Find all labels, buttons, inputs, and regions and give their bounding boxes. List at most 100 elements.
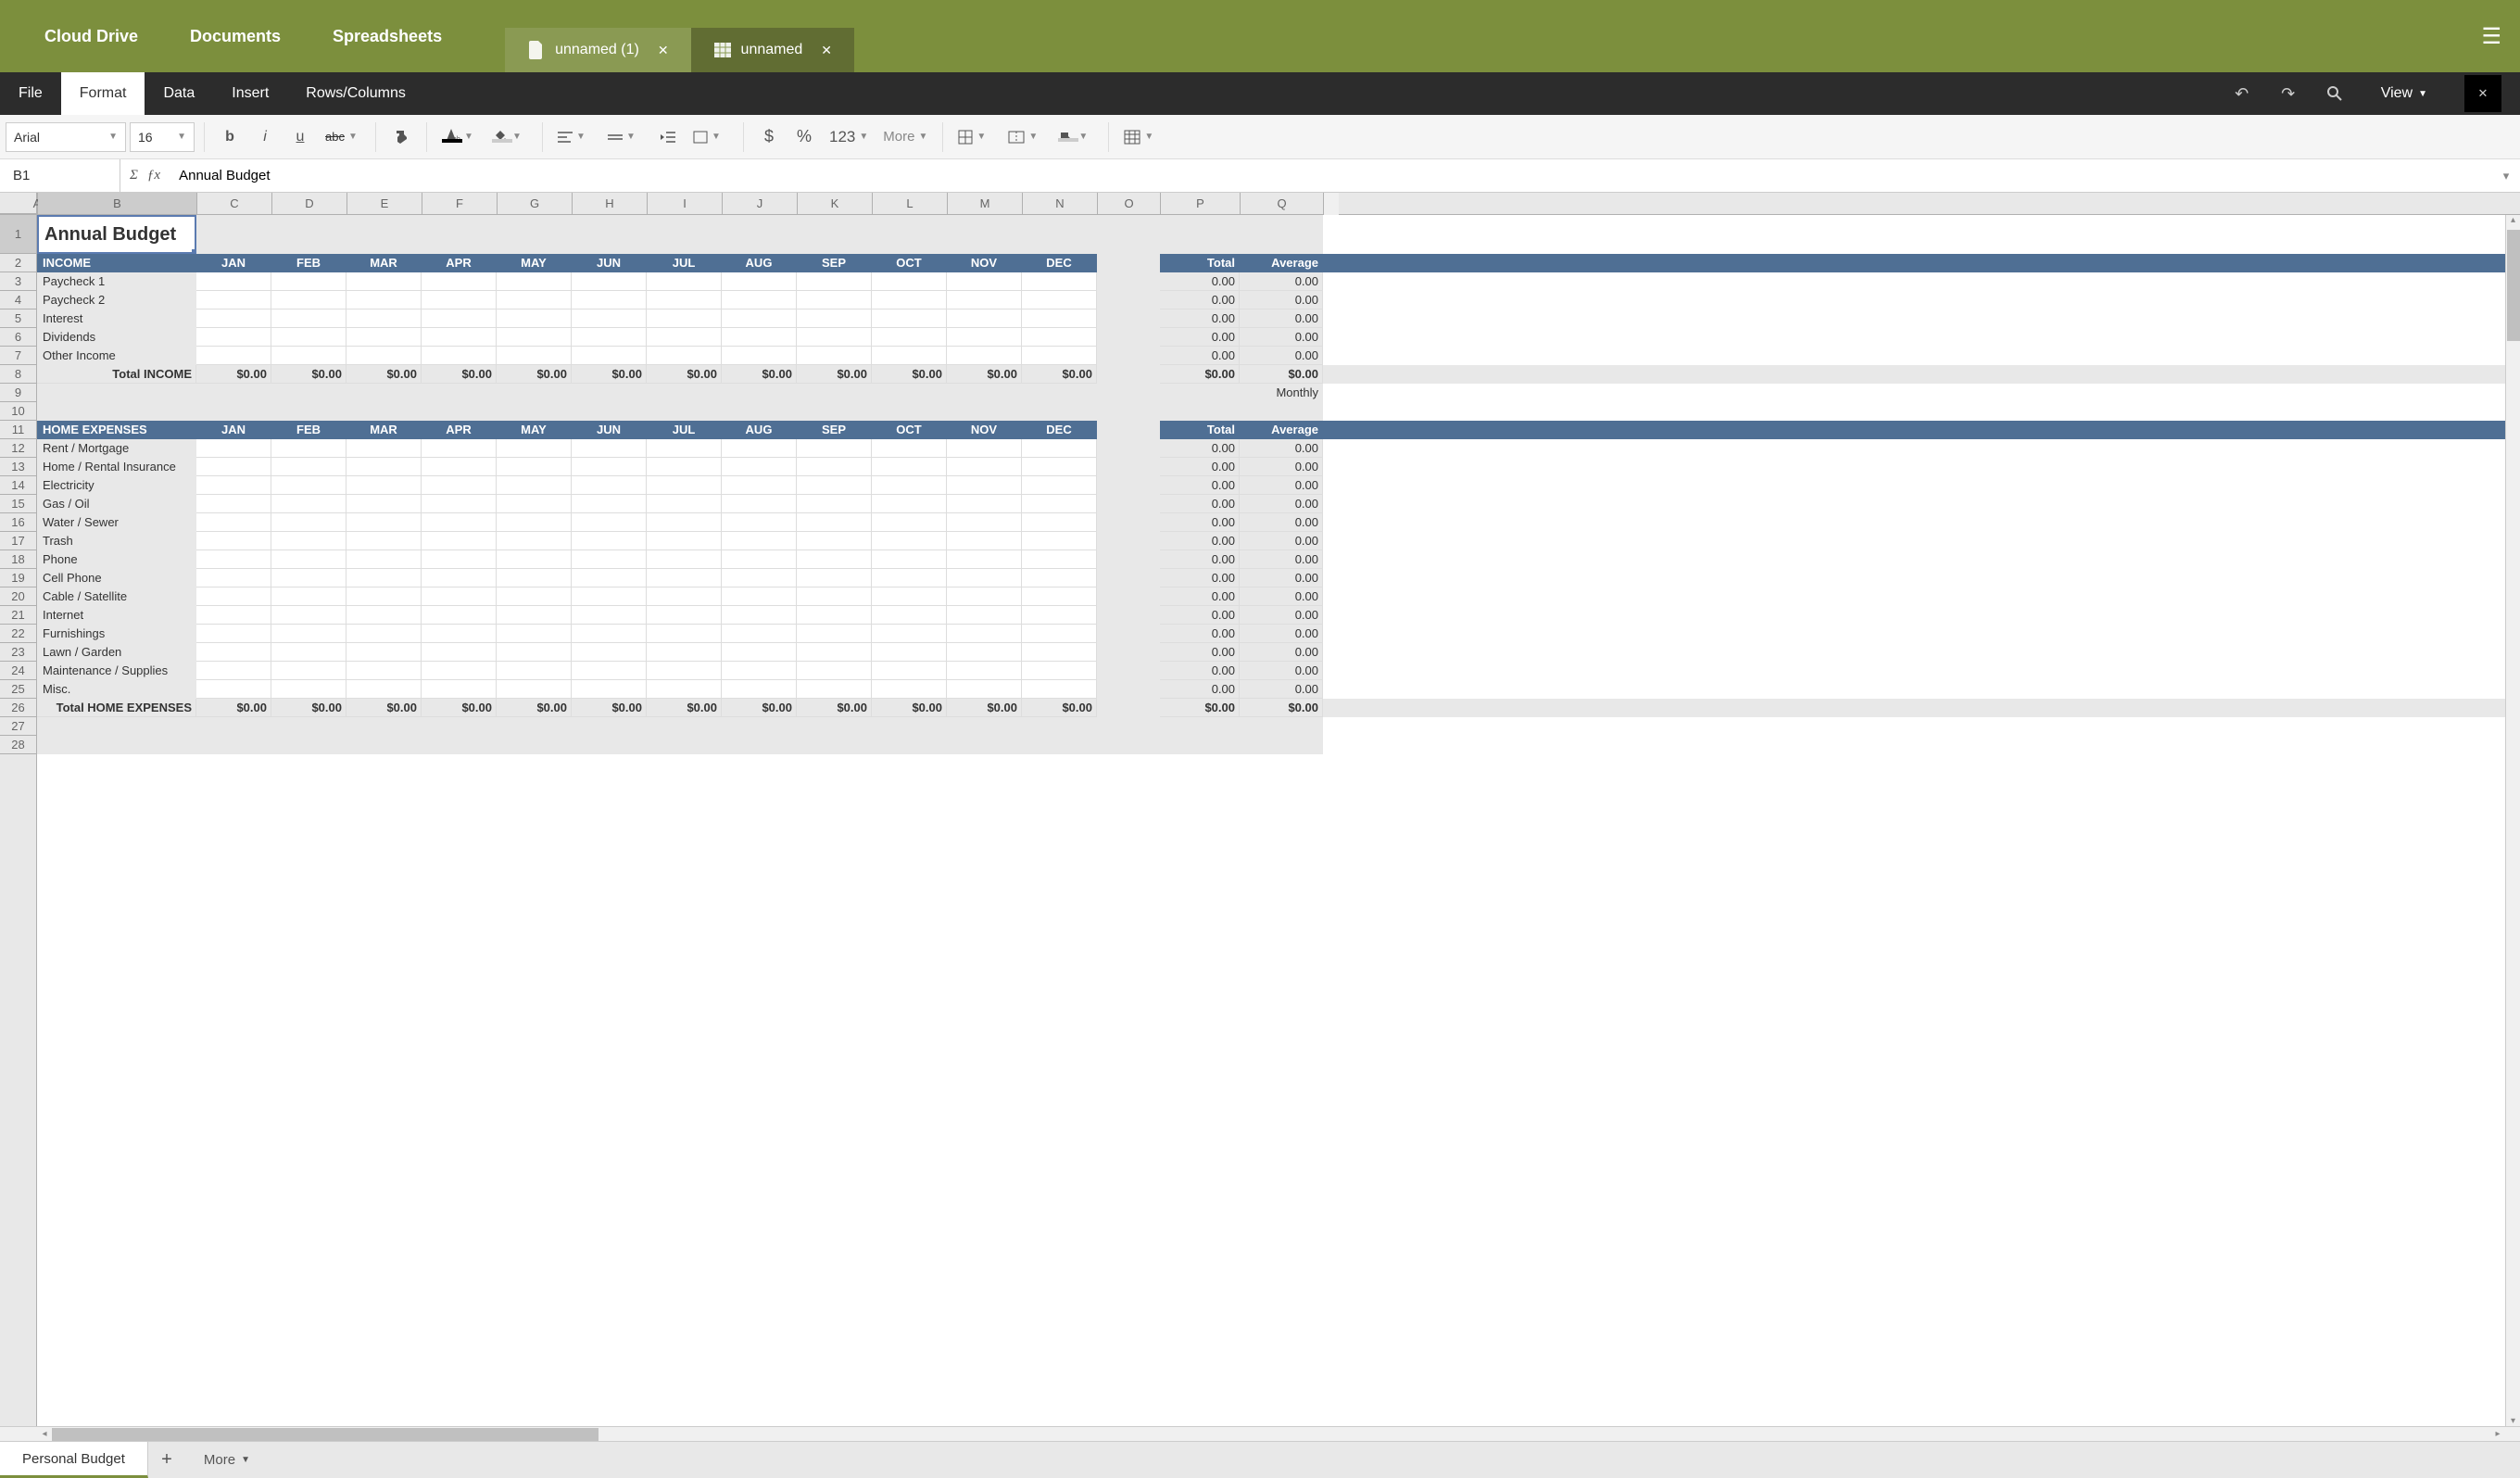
cell[interactable] bbox=[422, 215, 497, 254]
italic-button[interactable]: i bbox=[249, 121, 281, 153]
col-header-C[interactable]: C bbox=[197, 193, 272, 214]
cell[interactable]: JAN bbox=[196, 254, 271, 272]
cell[interactable]: 0.00 bbox=[1240, 476, 1323, 495]
cell[interactable]: Gas / Oil bbox=[37, 495, 196, 513]
undo-icon[interactable]: ↶ bbox=[2224, 75, 2261, 112]
cell[interactable] bbox=[271, 328, 346, 347]
cell[interactable] bbox=[872, 215, 947, 254]
cell[interactable]: 0.00 bbox=[1240, 606, 1323, 625]
row-header[interactable]: 28 bbox=[0, 736, 36, 754]
cell[interactable] bbox=[1022, 476, 1097, 495]
cell[interactable] bbox=[1022, 309, 1097, 328]
cell[interactable] bbox=[1097, 384, 1160, 402]
cell[interactable] bbox=[947, 495, 1022, 513]
cell[interactable] bbox=[797, 458, 872, 476]
wrap-text-button[interactable]: ▼ bbox=[687, 131, 734, 144]
row-header[interactable]: 7 bbox=[0, 347, 36, 365]
cell[interactable] bbox=[1097, 347, 1160, 365]
cell[interactable] bbox=[572, 587, 647, 606]
cell[interactable] bbox=[572, 328, 647, 347]
cell[interactable] bbox=[1022, 606, 1097, 625]
cell[interactable] bbox=[196, 569, 271, 587]
cell[interactable] bbox=[1097, 643, 1160, 662]
cell[interactable] bbox=[346, 643, 422, 662]
cell[interactable]: 0.00 bbox=[1160, 569, 1240, 587]
cell[interactable] bbox=[1022, 680, 1097, 699]
cell[interactable] bbox=[1097, 291, 1160, 309]
doc-tab-0[interactable]: unnamed (1) ✕ bbox=[505, 28, 690, 72]
cell[interactable] bbox=[947, 309, 1022, 328]
cell[interactable] bbox=[572, 513, 647, 532]
cell[interactable]: Trash bbox=[37, 532, 196, 550]
sheet-tab-personal-budget[interactable]: Personal Budget bbox=[0, 1442, 148, 1478]
row-header[interactable]: 24 bbox=[0, 662, 36, 680]
cell[interactable]: Cable / Satellite bbox=[37, 587, 196, 606]
row-header[interactable]: 6 bbox=[0, 328, 36, 347]
cell[interactable] bbox=[346, 662, 422, 680]
cell[interactable]: $0.00 bbox=[572, 699, 647, 717]
cell[interactable] bbox=[497, 215, 572, 254]
cell[interactable]: Home / Rental Insurance bbox=[37, 458, 196, 476]
cell[interactable] bbox=[572, 569, 647, 587]
cell[interactable] bbox=[1097, 717, 1160, 736]
cell[interactable]: $0.00 bbox=[1022, 699, 1097, 717]
row-header[interactable]: 25 bbox=[0, 680, 36, 699]
cell[interactable] bbox=[722, 458, 797, 476]
cell[interactable] bbox=[647, 513, 722, 532]
cell[interactable] bbox=[422, 569, 497, 587]
col-header-F[interactable]: F bbox=[422, 193, 498, 214]
font-size-select[interactable]: 16▼ bbox=[130, 122, 195, 152]
cell[interactable] bbox=[1240, 215, 1323, 254]
cell[interactable] bbox=[422, 736, 497, 754]
row-header[interactable]: 5 bbox=[0, 309, 36, 328]
cell[interactable]: INCOME bbox=[37, 254, 196, 272]
cell[interactable]: Total bbox=[1160, 421, 1240, 439]
cell[interactable] bbox=[497, 680, 572, 699]
cell[interactable] bbox=[271, 309, 346, 328]
cell[interactable] bbox=[346, 439, 422, 458]
cell[interactable] bbox=[872, 309, 947, 328]
cell[interactable] bbox=[422, 402, 497, 421]
cell[interactable] bbox=[1097, 587, 1160, 606]
cell[interactable] bbox=[572, 215, 647, 254]
cell[interactable] bbox=[1022, 550, 1097, 569]
cell[interactable] bbox=[346, 625, 422, 643]
search-icon[interactable] bbox=[2316, 75, 2353, 112]
cell[interactable] bbox=[271, 513, 346, 532]
cell[interactable]: 0.00 bbox=[1240, 309, 1323, 328]
close-icon[interactable]: ✕ bbox=[821, 43, 832, 58]
cell[interactable]: JUN bbox=[572, 421, 647, 439]
cell[interactable]: 0.00 bbox=[1160, 643, 1240, 662]
cell[interactable] bbox=[872, 625, 947, 643]
cell[interactable]: Total bbox=[1160, 254, 1240, 272]
indent-button[interactable] bbox=[652, 121, 684, 153]
cell[interactable] bbox=[647, 347, 722, 365]
cell[interactable] bbox=[872, 532, 947, 550]
cell[interactable] bbox=[422, 384, 497, 402]
cell[interactable] bbox=[797, 717, 872, 736]
doc-tab-1[interactable]: unnamed ✕ bbox=[691, 28, 854, 72]
percent-format-button[interactable]: % bbox=[788, 121, 820, 153]
cell[interactable] bbox=[1097, 328, 1160, 347]
cell[interactable] bbox=[722, 662, 797, 680]
cell[interactable] bbox=[797, 680, 872, 699]
cell[interactable] bbox=[422, 643, 497, 662]
formula-input[interactable] bbox=[170, 159, 2492, 192]
expand-formula-bar-icon[interactable]: ▾ bbox=[2492, 169, 2520, 183]
col-header-G[interactable]: G bbox=[498, 193, 573, 214]
cell[interactable] bbox=[797, 309, 872, 328]
cell[interactable]: 0.00 bbox=[1160, 272, 1240, 291]
cell[interactable]: 0.00 bbox=[1160, 532, 1240, 550]
cell[interactable]: $0.00 bbox=[497, 365, 572, 384]
cell[interactable] bbox=[346, 680, 422, 699]
cell[interactable]: Electricity bbox=[37, 476, 196, 495]
cell[interactable]: SEP bbox=[797, 421, 872, 439]
cell[interactable]: 0.00 bbox=[1240, 513, 1323, 532]
vertical-scrollbar[interactable]: ▴ ▾ bbox=[2505, 215, 2520, 1426]
cell[interactable]: 0.00 bbox=[1240, 328, 1323, 347]
cell[interactable]: $0.00 bbox=[1022, 365, 1097, 384]
cell[interactable] bbox=[346, 717, 422, 736]
cell[interactable] bbox=[797, 587, 872, 606]
cell[interactable] bbox=[422, 476, 497, 495]
cell[interactable] bbox=[1097, 476, 1160, 495]
